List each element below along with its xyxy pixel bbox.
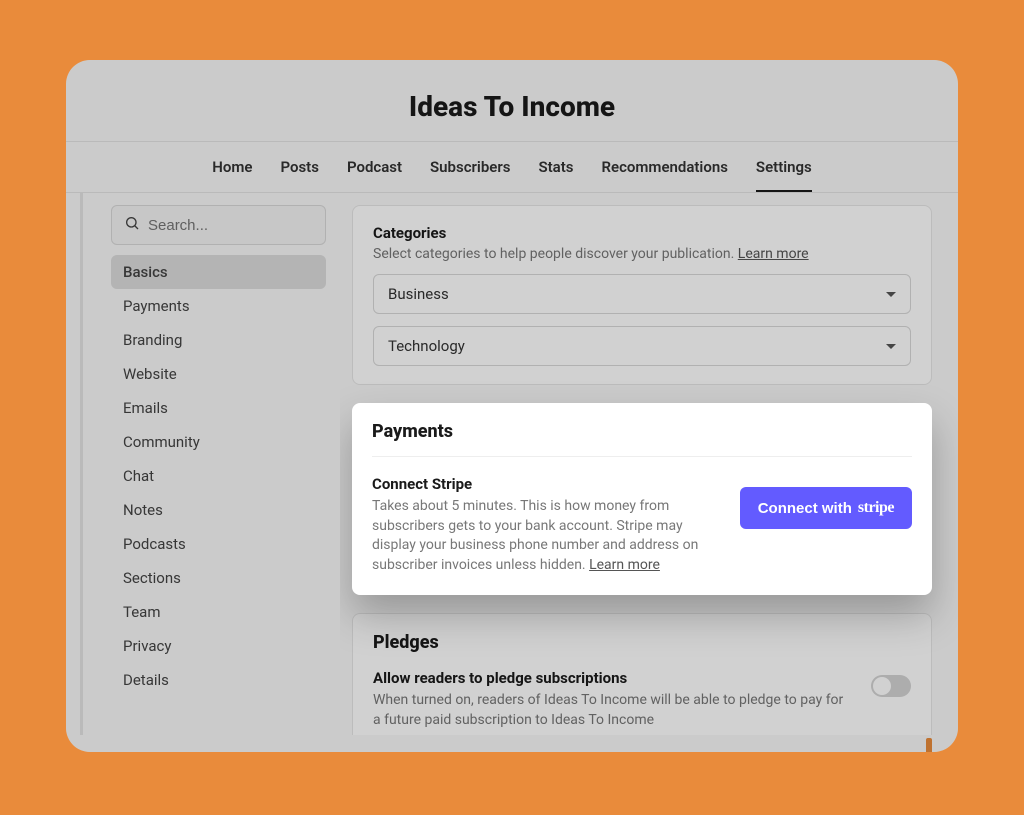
pledges-panel: Pledges Allow readers to pledge subscrip… [352,613,932,735]
sidebar-item-details[interactable]: Details [111,663,326,697]
search-box[interactable] [111,205,326,245]
nav-podcast[interactable]: Podcast [347,142,402,192]
pledges-toggle[interactable] [871,675,911,697]
category-select-2-value: Technology [388,337,465,355]
sidebar-item-notes[interactable]: Notes [111,493,326,527]
connect-stripe-title: Connect Stripe [372,475,720,493]
pledges-title: Allow readers to pledge subscriptions [373,669,851,687]
page-title: Ideas To Income [66,90,958,123]
payments-heading: Payments [372,421,912,457]
sidebar-item-podcasts[interactable]: Podcasts [111,527,326,561]
payments-panel: Payments Connect Stripe Takes about 5 mi… [352,403,932,595]
stripe-learn-more-link[interactable]: Learn more [589,557,660,573]
search-icon [124,215,140,235]
categories-desc: Select categories to help people discove… [373,246,911,262]
top-nav: Home Posts Podcast Subscribers Stats Recommen… [66,141,958,193]
sidebar-item-sections[interactable]: Sections [111,561,326,595]
sidebar-item-community[interactable]: Community [111,425,326,459]
sidebar-item-chat[interactable]: Chat [111,459,326,493]
search-input[interactable] [148,217,313,234]
nav-posts[interactable]: Posts [280,142,318,192]
nav-home[interactable]: Home [212,142,252,192]
nav-stats[interactable]: Stats [538,142,573,192]
connect-stripe-button-label: Connect with [758,500,852,517]
sidebar-item-branding[interactable]: Branding [111,323,326,357]
sidebar-item-basics[interactable]: Basics [111,255,326,289]
nav-recommendations[interactable]: Recommendations [601,142,727,192]
category-select-1[interactable]: Business [373,274,911,314]
chevron-down-icon [886,292,896,297]
sidebar-item-team[interactable]: Team [111,595,326,629]
sidebar-item-website[interactable]: Website [111,357,326,391]
sidebar-item-emails[interactable]: Emails [111,391,326,425]
category-select-1-value: Business [388,285,449,303]
settings-sidebar: BasicsPaymentsBrandingWebsiteEmailsCommu… [80,193,340,735]
categories-panel: Categories Select categories to help peo… [352,205,932,385]
sidebar-item-privacy[interactable]: Privacy [111,629,326,663]
nav-subscribers[interactable]: Subscribers [430,142,510,192]
pledges-desc: When turned on, readers of Ideas To Inco… [373,691,851,730]
category-select-2[interactable]: Technology [373,326,911,366]
stripe-logo: stripe [858,499,894,517]
categories-title: Categories [373,224,911,242]
sidebar-item-payments[interactable]: Payments [111,289,326,323]
connect-stripe-button[interactable]: Connect with stripe [740,487,912,529]
nav-settings[interactable]: Settings [756,142,812,192]
main-area: Categories Select categories to help peo… [340,193,958,735]
categories-learn-more-link[interactable]: Learn more [738,246,809,262]
chevron-down-icon [886,344,896,349]
toggle-knob [873,677,891,695]
connect-stripe-desc: Takes about 5 minutes. This is how money… [372,497,720,575]
pledges-heading: Pledges [373,632,911,653]
